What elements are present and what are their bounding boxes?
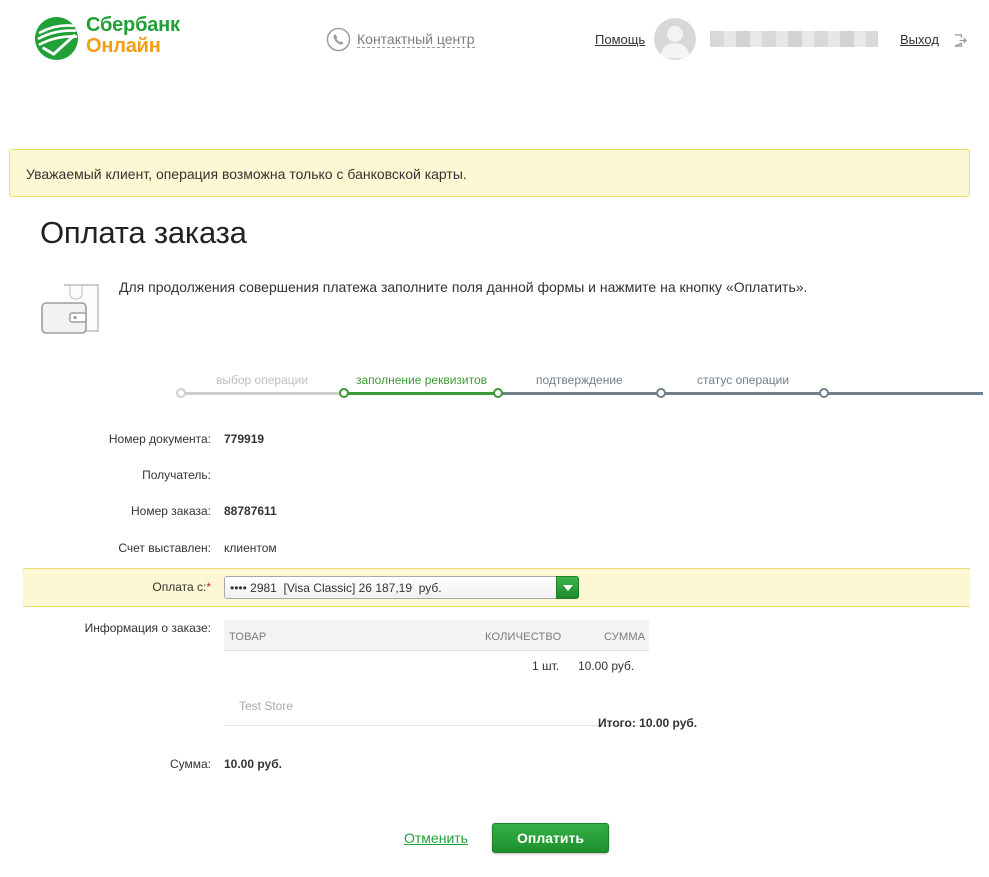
step-dot-5 <box>819 388 829 398</box>
row-invoiced: Счет выставлен: клиентом <box>0 541 989 561</box>
step-dot-3 <box>493 388 503 398</box>
order-number-value: 88787611 <box>224 504 277 518</box>
intro-text: Для продолжения совершения платежа запол… <box>119 279 808 295</box>
invoiced-label: Счет выставлен: <box>118 541 211 555</box>
step-label-confirmation: подтверждение <box>536 373 623 387</box>
row-doc-number: Номер документа: 779919 <box>0 432 989 452</box>
order-total: Итого: 10.00 руб. <box>598 716 698 730</box>
pay-from-label-text: Оплата с: <box>152 580 207 594</box>
step-line-1 <box>181 392 344 395</box>
row-sum: 10.00 руб. <box>578 659 635 673</box>
cancel-link[interactable]: Отменить <box>404 830 468 846</box>
step-label-select-operation: выбор операции <box>216 373 309 387</box>
step-dot-1 <box>176 388 186 398</box>
notice-banner: Уважаемый клиент, операция возможна толь… <box>9 149 970 197</box>
store-name: Test Store <box>239 699 294 713</box>
recipient-label: Получатель: <box>142 468 211 482</box>
col-sum-header: СУММА <box>604 631 646 643</box>
required-mark: * <box>206 580 211 594</box>
pay-from-label: Оплата с:* <box>23 580 211 594</box>
doc-number-value: 779919 <box>224 432 265 446</box>
pay-button[interactable]: Оплатить <box>492 823 609 853</box>
header: Сбербанк Онлайн Контактный центр Помощь … <box>0 0 989 80</box>
progress-steps: выбор операции заполнение реквизитов под… <box>176 370 983 400</box>
avatar[interactable] <box>654 18 696 60</box>
help-link[interactable]: Помощь <box>595 32 645 47</box>
step-label-status: статус операции <box>697 373 790 387</box>
notice-text: Уважаемый клиент, операция возможна толь… <box>26 166 467 182</box>
doc-number-label: Номер документа: <box>108 432 211 446</box>
phone-icon <box>326 27 351 52</box>
store-row: Test Store <box>224 696 649 726</box>
row-order-number: Номер заказа: 88787611 <box>0 504 989 524</box>
col-item-header: ТОВАР <box>229 631 267 643</box>
logo[interactable]: Сбербанк Онлайн <box>34 14 194 61</box>
card-select[interactable]: •••• 2981 [Visa Classic] 26 187,19 руб. <box>224 576 579 599</box>
logo-line2: Онлайн <box>86 35 161 57</box>
invoiced-value: клиентом <box>224 541 277 555</box>
page-title: Оплата заказа <box>40 215 247 250</box>
row-recipient: Получатель: <box>0 468 989 488</box>
col-qty-header: КОЛИЧЕСТВО <box>485 631 562 643</box>
logout-icon[interactable] <box>953 33 968 48</box>
sum-label: Сумма: <box>169 757 211 771</box>
step-line-3 <box>498 392 983 395</box>
card-select-value: •••• 2981 [Visa Classic] 26 187,19 руб. <box>230 581 442 595</box>
step-line-2 <box>344 392 498 395</box>
step-label-fill-details: заполнение реквизитов <box>356 373 488 387</box>
table-row: 1 шт. 10.00 руб. <box>224 651 649 681</box>
sberbank-logo-icon <box>34 16 79 61</box>
wallet-icon <box>41 284 99 334</box>
user-icon <box>660 26 690 58</box>
step-dot-2 <box>339 388 349 398</box>
order-table: ТОВАР КОЛИЧЕСТВО СУММА 1 шт. 10.00 руб. … <box>224 620 649 726</box>
logo-line1: Сбербанк <box>86 14 180 36</box>
user-name-blurred <box>710 31 878 47</box>
logout-link[interactable]: Выход <box>900 32 939 47</box>
contact-center-label: Контактный центр <box>357 31 475 48</box>
step-dot-4 <box>656 388 666 398</box>
order-table-header: ТОВАР КОЛИЧЕСТВО СУММА <box>224 620 649 651</box>
logo-text: Сбербанк Онлайн <box>86 15 180 57</box>
pay-from-row: Оплата с:* •••• 2981 [Visa Classic] 26 1… <box>23 568 970 607</box>
chevron-down-icon[interactable] <box>556 576 579 599</box>
sum-value: 10.00 руб. <box>224 757 282 771</box>
row-qty: 1 шт. <box>532 659 560 673</box>
order-number-label: Номер заказа: <box>130 504 211 518</box>
order-info-label: Информация о заказе: <box>84 621 211 635</box>
